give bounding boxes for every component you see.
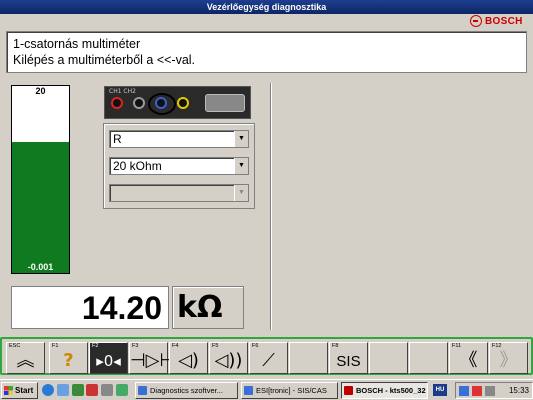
app-icon[interactable]	[72, 384, 84, 396]
clock: 15:33	[508, 386, 529, 395]
taskbar-button[interactable]: BOSCH - kts500_32	[341, 382, 428, 399]
measurement-value: 14.20	[11, 286, 169, 329]
window-titlebar: Vezérlőegység diagnosztika	[0, 0, 533, 14]
mode-select[interactable]: R ▼	[109, 130, 249, 148]
start-label: Start	[15, 386, 34, 395]
third-select: ▼	[109, 184, 249, 202]
fkey-label: F2	[92, 343, 99, 349]
function-key-bar: ESC ︽ F1? F2 ▸0◂ F3 ⊣▷⊢ F4 ◁) F5 ◁)) F6 ⟋ F8 SIS F11 《 F1…	[0, 337, 533, 375]
fkey-f3[interactable]: F3 ⊣▷⊢	[129, 342, 176, 374]
help-icon: ?	[63, 350, 74, 371]
explorer-icon[interactable]	[116, 384, 128, 396]
panel-divider	[270, 83, 272, 330]
fkey-f2[interactable]: F2 ▸0◂	[89, 342, 128, 374]
fkey-f12[interactable]: F12 》	[489, 342, 528, 374]
fkey-f1[interactable]: F1?	[49, 342, 88, 374]
jack-red-icon	[111, 97, 123, 109]
window-icon	[138, 386, 147, 395]
sound-wave-icon-2: ◁))	[214, 350, 243, 371]
fkey-f5[interactable]: F5 ◁))	[209, 342, 248, 374]
tool-icon[interactable]	[101, 384, 113, 396]
brand-text: BOSCH	[485, 15, 523, 27]
bosch-mark-icon	[470, 15, 482, 27]
chevron-down-icon[interactable]: ▼	[234, 131, 248, 147]
fkey-label: F11	[452, 343, 462, 349]
double-chevron-up-icon: ︽	[16, 350, 35, 371]
fkey-label: F3	[132, 343, 139, 349]
instruction-line-1: 1-csatornás multiméter	[13, 37, 141, 51]
fkey-f4[interactable]: F4 ◁)	[169, 342, 208, 374]
taskbar-button-label: Diagnostics szoftver...	[150, 386, 223, 395]
chevron-down-icon: ▼	[234, 185, 248, 201]
double-chevron-right-icon: 》	[499, 350, 518, 371]
network-icon[interactable]	[459, 386, 469, 396]
start-button[interactable]: Start	[1, 382, 38, 399]
windows-logo-icon	[4, 386, 13, 395]
bar-gauge-min-label: -0.001	[27, 262, 54, 272]
fkey-f11[interactable]: F11 《	[449, 342, 488, 374]
taskbar-button[interactable]: Diagnostics szoftver...	[135, 382, 238, 399]
desktop-icon[interactable]	[57, 384, 69, 396]
measurement-settings-group: R ▼ 20 kOhm ▼ ▼	[103, 123, 255, 209]
bar-gauge-max-label: 20	[35, 86, 46, 96]
window-icon	[244, 386, 253, 395]
double-chevron-left-icon: 《	[459, 350, 478, 371]
instruction-line-2: Kilépés a multiméterből a <<-val.	[13, 53, 196, 67]
window-title: Vezérlőegység diagnosztika	[206, 2, 327, 12]
fkey-label: F5	[212, 343, 219, 349]
fkey-text: SIS	[336, 353, 361, 370]
system-tray: 15:33	[455, 382, 533, 399]
jack-black-icon	[133, 97, 145, 109]
resistance-probe-icon: ▸0◂	[96, 352, 121, 370]
connector-panel-image: CH1 CH2	[104, 86, 251, 119]
fkey-f8[interactable]: F8 SIS	[329, 342, 368, 374]
chevron-down-icon[interactable]: ▼	[234, 158, 248, 174]
fkey-label: F4	[172, 343, 179, 349]
fkey-label: F8	[332, 343, 339, 349]
fkey-blank-9	[369, 342, 408, 374]
tray-app-icon[interactable]	[472, 386, 482, 396]
graph-icon: ⟋	[262, 350, 275, 371]
language-indicator[interactable]: HU	[433, 384, 447, 396]
fkey-esc[interactable]: ESC ︽	[6, 342, 45, 374]
fkey-label: F12	[492, 343, 502, 349]
volume-icon[interactable]	[485, 386, 495, 396]
taskbar-button[interactable]: ESI[tronic] - SIS/CAS	[241, 382, 338, 399]
bar-gauge: 20 -0.001	[11, 85, 70, 274]
sis-text-icon: SIS	[330, 350, 367, 373]
taskbar-button-label: ESI[tronic] - SIS/CAS	[256, 386, 327, 395]
fkey-label: F6	[252, 343, 259, 349]
connector-panel-legend: CH1 CH2	[109, 88, 136, 95]
taskbar-button-label: BOSCH - kts500_32	[356, 386, 426, 395]
fkey-blank-10	[409, 342, 448, 374]
measurement-unit: kΩ	[172, 286, 244, 329]
mode-select-value: R	[113, 132, 122, 146]
instruction-box: 1-csatornás multiméter Kilépés a multimé…	[6, 31, 527, 73]
bar-gauge-fill	[12, 142, 69, 273]
windows-taskbar: Start Diagnostics szoftver... ESI[tronic]…	[0, 379, 533, 400]
window-icon	[344, 386, 353, 395]
fkey-label: F1	[52, 343, 59, 349]
selected-jack-highlight	[148, 93, 176, 115]
bosch-logo: BOSCH	[470, 13, 533, 29]
sub-d-connector-icon	[205, 94, 245, 112]
fkey-blank-7	[289, 342, 328, 374]
sound-wave-icon: ◁)	[178, 350, 199, 371]
jack-yellow-icon	[177, 97, 189, 109]
range-select[interactable]: 20 kOhm ▼	[109, 157, 249, 175]
range-select-value: 20 kOhm	[113, 159, 162, 173]
ie-icon[interactable]	[42, 384, 54, 396]
fkey-f6[interactable]: F6 ⟋	[249, 342, 288, 374]
diode-test-icon: ⊣▷⊢	[130, 350, 176, 371]
fkey-label: ESC	[9, 343, 21, 349]
bosch-quicklaunch-icon[interactable]	[86, 384, 98, 396]
